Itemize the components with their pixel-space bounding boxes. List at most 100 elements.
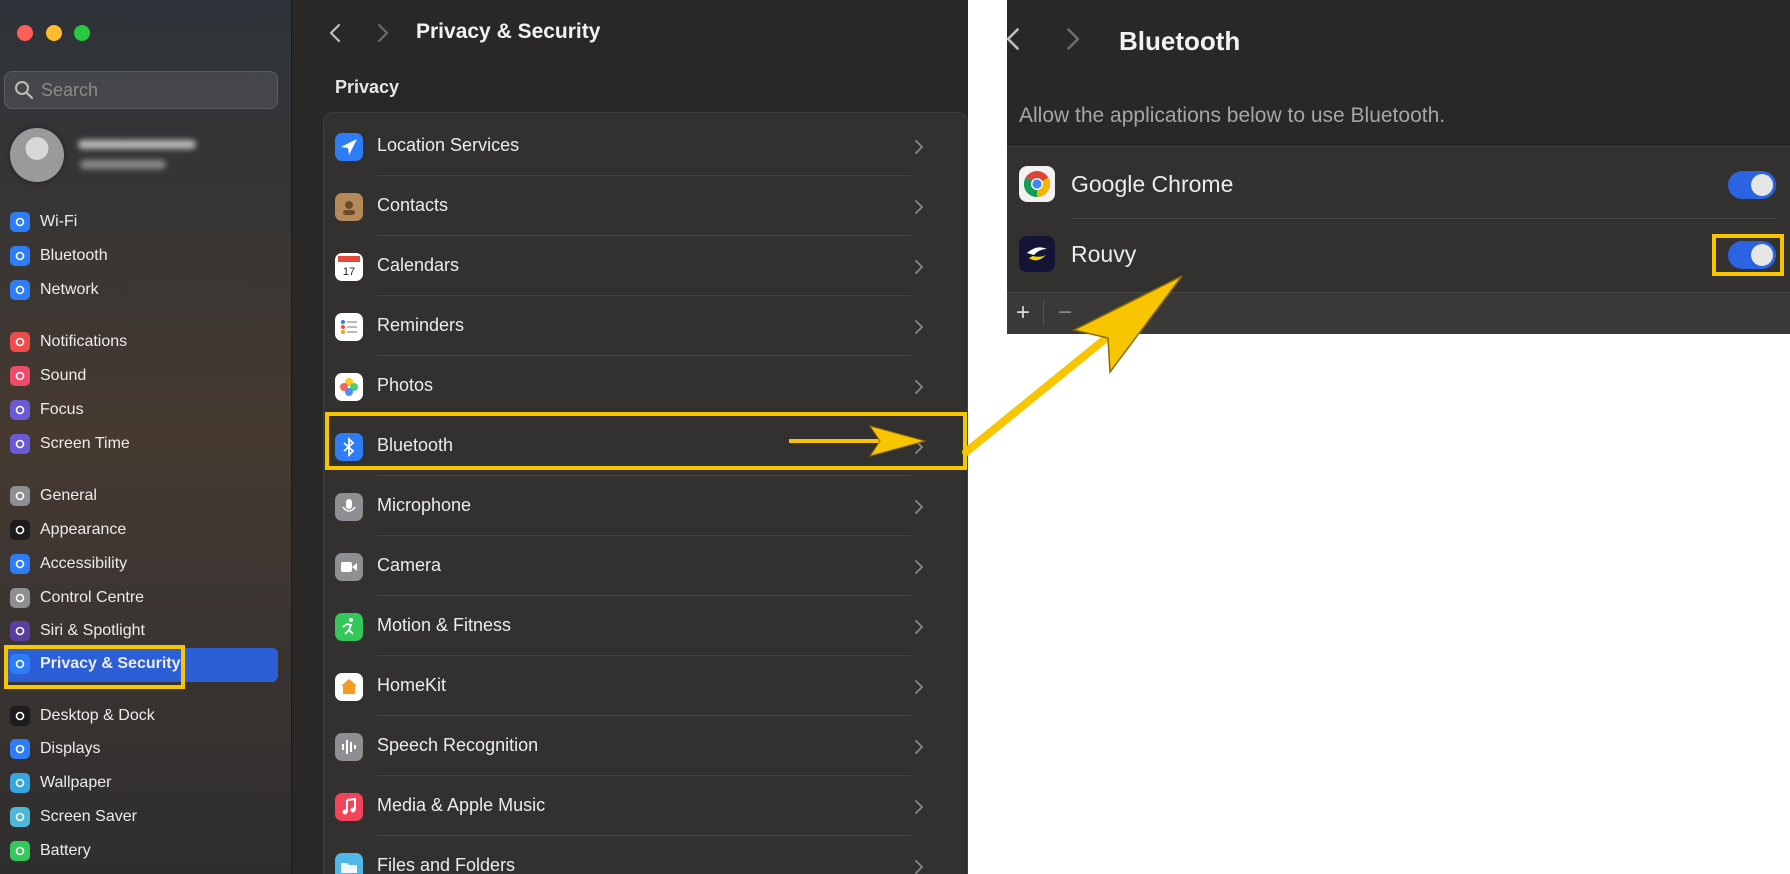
- sidebar-item-screen-saver[interactable]: Screen Saver: [10, 802, 278, 832]
- panel-title: Bluetooth: [1119, 26, 1241, 56]
- sidebar-item-displays[interactable]: Displays: [10, 734, 278, 764]
- back-chevron-icon[interactable]: [1007, 26, 1027, 52]
- search-field[interactable]: [4, 71, 278, 109]
- sidebar-item-label: Focus: [40, 401, 84, 418]
- minimize-window-button[interactable]: [46, 25, 62, 41]
- chevron-right-icon: [913, 139, 925, 155]
- sidebar-item-label: Accessibility: [40, 555, 128, 572]
- sidebar-item-sound[interactable]: Sound: [10, 361, 278, 391]
- sidebar-item-wallpaper[interactable]: Wallpaper: [10, 768, 278, 798]
- privacy-row-calendars[interactable]: 17 Calendars: [293, 236, 925, 296]
- wifi-icon: [10, 212, 30, 232]
- sidebar-item-focus[interactable]: Focus: [10, 395, 278, 425]
- speaker-icon: [10, 366, 30, 386]
- sidebar-item-bluetooth[interactable]: Bluetooth: [10, 241, 278, 271]
- sidebar-item-desktop-dock[interactable]: Desktop & Dock: [10, 701, 278, 731]
- forward-chevron-icon[interactable]: [1059, 26, 1085, 52]
- forward-chevron-icon[interactable]: [371, 22, 393, 44]
- sidebar-item-battery[interactable]: Battery: [10, 836, 278, 866]
- apple-id-profile[interactable]: [10, 128, 280, 184]
- highlight-bluetooth-row: [325, 412, 967, 470]
- remove-app-button[interactable]: −: [1051, 301, 1079, 325]
- hourglass-icon: [10, 434, 30, 454]
- privacy-row-media-apple-music[interactable]: Media & Apple Music: [293, 776, 925, 836]
- chevron-right-icon: [913, 799, 925, 815]
- privacy-row-homekit[interactable]: HomeKit: [293, 656, 924, 716]
- privacy-row-label: Location Services: [377, 135, 520, 155]
- sidebar-item-label: Network: [40, 281, 99, 298]
- blurred-user-subtitle: [80, 160, 166, 169]
- privacy-row-camera[interactable]: Camera: [293, 536, 925, 596]
- control-centre-icon: [10, 588, 30, 608]
- privacy-row-location-services[interactable]: Location Services: [293, 116, 925, 176]
- home-icon: [335, 673, 363, 701]
- toolbar: Privacy & Security: [293, 0, 968, 64]
- sidebar-item-label: Wi-Fi: [40, 213, 78, 230]
- privacy-row-contacts[interactable]: Contacts: [293, 176, 925, 236]
- reminders-icon: [335, 313, 363, 341]
- sidebar-item-notifications[interactable]: Notifications: [10, 327, 278, 357]
- privacy-row-label: Speech Recognition: [377, 735, 539, 755]
- appearance-icon: [10, 520, 30, 540]
- chevron-right-icon: [913, 559, 925, 575]
- bell-icon: [10, 332, 30, 352]
- camera-icon: [335, 553, 363, 581]
- zoom-window-button[interactable]: [74, 25, 90, 41]
- photos-icon: [335, 373, 363, 401]
- add-app-button[interactable]: +: [1009, 301, 1037, 325]
- privacy-row-microphone[interactable]: Microphone: [293, 476, 924, 536]
- sidebar: Wi-Fi Bluetooth Network Notifications Sound F…: [0, 0, 292, 874]
- sidebar-item-appearance[interactable]: Appearance: [10, 515, 278, 545]
- sidebar-item-general[interactable]: General: [10, 481, 278, 511]
- chevron-right-icon: [913, 199, 925, 215]
- dock-icon: [10, 706, 30, 726]
- panel-description: Allow the applications below to use Blue…: [1019, 104, 1446, 127]
- accessibility-icon: [10, 554, 30, 574]
- microphone-icon: [335, 493, 363, 521]
- privacy-row-files-and-folders[interactable]: Files and Folders: [293, 836, 925, 874]
- button-divider: [1043, 301, 1044, 325]
- close-window-button[interactable]: [17, 25, 33, 41]
- chevron-right-icon: [913, 259, 925, 275]
- location-arrow-icon: [335, 133, 363, 161]
- privacy-row-reminders[interactable]: Reminders: [293, 296, 924, 356]
- chevron-right-icon: [913, 379, 925, 395]
- sidebar-item-label: Sound: [40, 367, 87, 384]
- search-icon: [15, 81, 34, 100]
- privacy-row-motion-fitness[interactable]: Motion & Fitness: [293, 596, 924, 656]
- sidebar-item-siri-spotlight[interactable]: Siri & Spotlight: [10, 616, 278, 646]
- privacy-row-label: Camera: [377, 555, 442, 575]
- chevron-right-icon: [913, 859, 925, 874]
- siri-icon: [10, 621, 30, 641]
- rouvy-icon: [1019, 236, 1055, 272]
- privacy-row-label: HomeKit: [377, 675, 447, 695]
- blurred-user-name: [78, 140, 196, 149]
- sidebar-item-label: Appearance: [40, 521, 127, 538]
- gear-icon: [10, 486, 30, 506]
- privacy-row-speech-recognition[interactable]: Speech Recognition: [293, 716, 924, 776]
- sidebar-item-label: Siri & Spotlight: [40, 622, 145, 639]
- privacy-row-label: Microphone: [377, 495, 472, 515]
- bluetooth-icon: [10, 246, 30, 266]
- sidebar-item-label: General: [40, 487, 97, 504]
- chrome-bluetooth-toggle[interactable]: [1728, 171, 1776, 199]
- privacy-row-photos[interactable]: Photos: [293, 356, 925, 416]
- privacy-row-label: Calendars: [377, 255, 460, 275]
- sidebar-item-wi-fi[interactable]: Wi-Fi: [10, 207, 278, 237]
- screenshot-stage: Wi-Fi Bluetooth Network Notifications Sound F…: [0, 0, 1790, 874]
- moon-icon: [10, 400, 30, 420]
- sidebar-item-accessibility[interactable]: Accessibility: [10, 549, 278, 579]
- sidebar-item-network[interactable]: Network: [10, 275, 278, 305]
- sidebar-item-label: Desktop & Dock: [40, 707, 155, 724]
- row-divider: [1071, 218, 1776, 219]
- sidebar-item-control-centre[interactable]: Control Centre: [10, 583, 278, 613]
- sidebar-item-label: Displays: [40, 740, 101, 757]
- page-title: Privacy & Security: [416, 20, 601, 43]
- chrome-icon: [1019, 166, 1055, 202]
- sidebar-item-screen-time[interactable]: Screen Time: [10, 429, 278, 459]
- highlight-privacy-security: [4, 645, 185, 689]
- back-chevron-icon[interactable]: [325, 22, 347, 44]
- search-input[interactable]: [41, 78, 261, 102]
- sidebar-item-label: Battery: [40, 842, 91, 859]
- sidebar-item-label: Screen Saver: [40, 808, 137, 825]
